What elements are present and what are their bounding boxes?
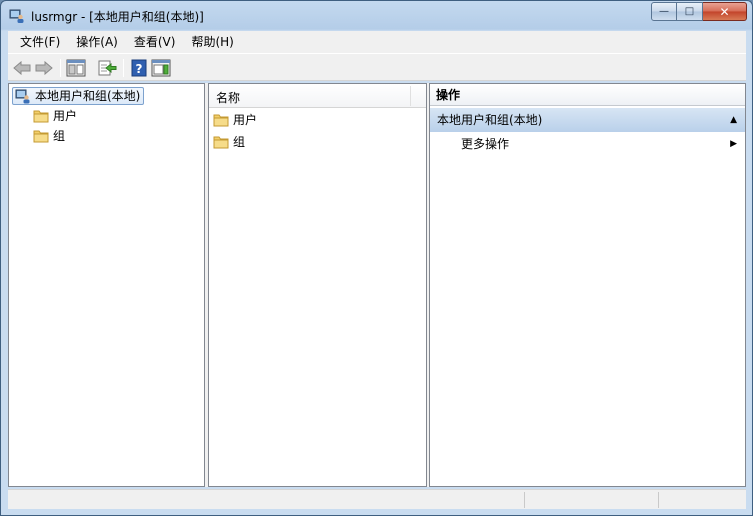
show-hide-action-pane-button[interactable] bbox=[150, 58, 172, 78]
close-button[interactable]: ✕ bbox=[703, 2, 747, 21]
toolbar-separator bbox=[123, 59, 124, 77]
show-hide-tree-icon bbox=[66, 59, 86, 77]
help-button[interactable]: ? bbox=[128, 58, 150, 78]
list-item-groups[interactable]: 组 bbox=[213, 132, 245, 152]
caption-buttons: — □ ✕ bbox=[651, 2, 747, 22]
action-more-actions[interactable]: 更多操作 ▶ bbox=[430, 134, 745, 154]
status-divider bbox=[524, 492, 525, 508]
menu-action[interactable]: 操作(A) bbox=[68, 31, 126, 53]
console-content: 本地用户和组(本地) 用户 组 名称 用户 组 操作 本地用户和组(本地) ▲ … bbox=[8, 83, 746, 487]
folder-icon bbox=[213, 114, 229, 127]
tree-node-label: 用户 bbox=[53, 109, 78, 123]
back-button[interactable] bbox=[11, 58, 33, 78]
toolbar-separator bbox=[60, 59, 61, 77]
svg-text:?: ? bbox=[136, 62, 143, 76]
tree-node-groups[interactable]: 组 bbox=[33, 127, 65, 145]
list-item-label: 用户 bbox=[233, 113, 258, 127]
menu-help[interactable]: 帮助(H) bbox=[183, 31, 241, 53]
forward-arrow-icon bbox=[35, 61, 53, 75]
list-item-users[interactable]: 用户 bbox=[213, 110, 257, 130]
actions-section-label: 本地用户和组(本地) bbox=[437, 113, 543, 127]
tree-node-users[interactable]: 用户 bbox=[33, 107, 77, 125]
menu-bar: 文件(F) 操作(A) 查看(V) 帮助(H) bbox=[8, 31, 746, 53]
list-header: 名称 bbox=[209, 84, 426, 108]
export-list-button[interactable] bbox=[96, 58, 118, 78]
title-bar[interactable]: lusrmgr - [本地用户和组(本地)] — □ ✕ bbox=[1, 1, 752, 31]
actions-header: 操作 bbox=[430, 84, 745, 106]
folder-icon bbox=[213, 136, 229, 149]
tree-node-root[interactable]: 本地用户和组(本地) bbox=[12, 87, 145, 105]
actions-section-local-users-groups[interactable]: 本地用户和组(本地) ▲ bbox=[430, 108, 745, 132]
toolbar: ? bbox=[8, 53, 746, 81]
window-title: lusrmgr - [本地用户和组(本地)] bbox=[31, 10, 204, 24]
actions-pane: 操作 本地用户和组(本地) ▲ 更多操作 ▶ bbox=[429, 83, 746, 487]
tree-pane[interactable]: 本地用户和组(本地) 用户 组 bbox=[8, 83, 205, 487]
computer-users-icon bbox=[9, 9, 24, 23]
back-arrow-icon bbox=[13, 61, 31, 75]
status-divider bbox=[658, 492, 659, 508]
submenu-arrow-icon: ▶ bbox=[730, 139, 737, 149]
folder-icon bbox=[33, 110, 49, 123]
forward-button[interactable] bbox=[33, 58, 55, 78]
status-bar bbox=[8, 489, 746, 509]
help-icon: ? bbox=[131, 59, 147, 77]
minimize-button[interactable]: — bbox=[651, 2, 677, 21]
menu-file[interactable]: 文件(F) bbox=[12, 31, 68, 53]
results-pane[interactable]: 名称 用户 组 bbox=[208, 83, 427, 487]
list-item-label: 组 bbox=[233, 135, 246, 149]
tree-node-label: 组 bbox=[53, 129, 66, 143]
menu-view[interactable]: 查看(V) bbox=[126, 31, 184, 53]
export-list-icon bbox=[98, 60, 117, 76]
maximize-button[interactable]: □ bbox=[677, 2, 703, 21]
show-hide-tree-button[interactable] bbox=[65, 58, 87, 78]
folder-icon bbox=[33, 130, 49, 143]
collapse-up-icon[interactable]: ▲ bbox=[730, 108, 737, 132]
show-hide-action-pane-icon bbox=[151, 59, 171, 77]
column-divider[interactable] bbox=[410, 86, 411, 106]
mmc-window: lusrmgr - [本地用户和组(本地)] — □ ✕ 文件(F) 操作(A)… bbox=[0, 0, 753, 516]
column-header-name[interactable]: 名称 bbox=[216, 89, 240, 106]
computer-users-icon bbox=[15, 89, 30, 104]
tree-node-label: 本地用户和组(本地) bbox=[35, 89, 141, 103]
action-label: 更多操作 bbox=[461, 137, 510, 151]
